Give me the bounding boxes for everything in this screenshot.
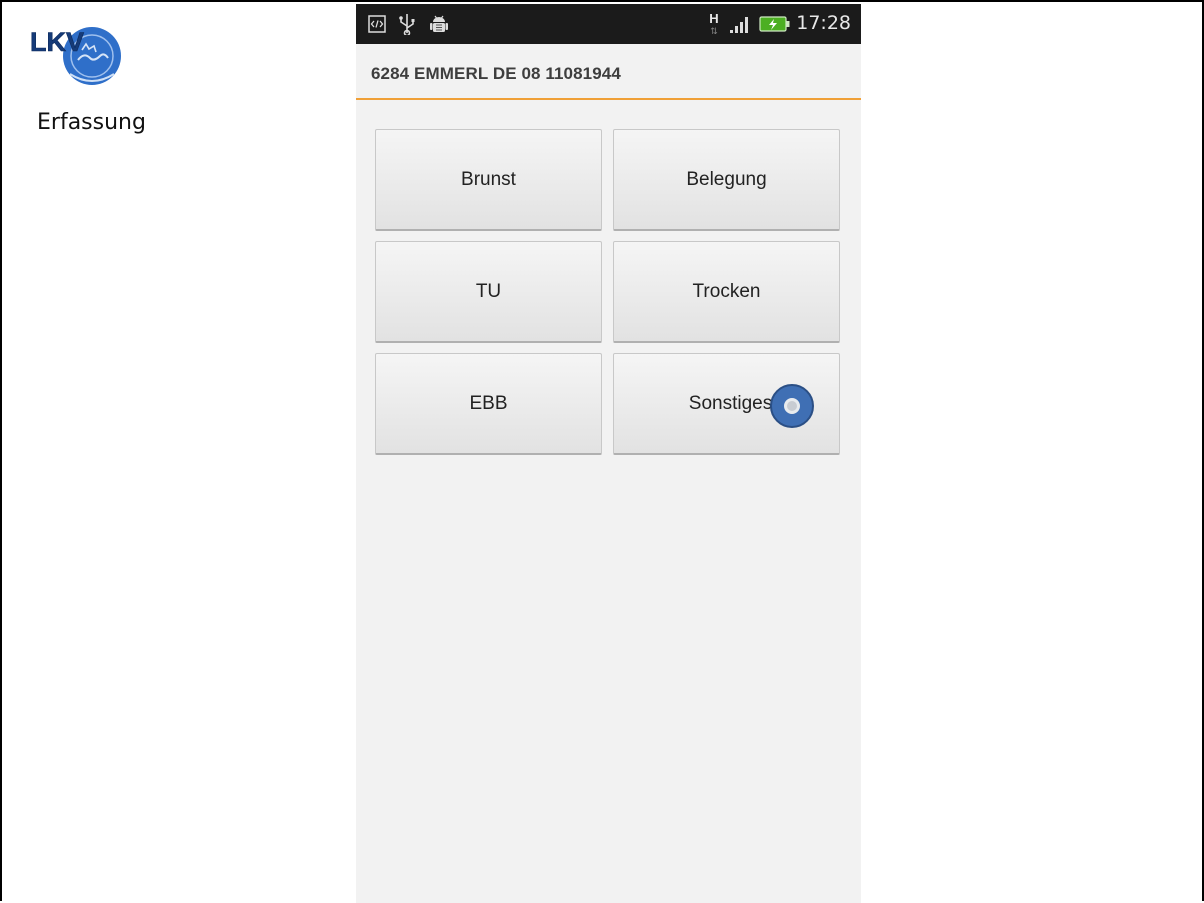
brunst-button-label: Brunst	[461, 168, 516, 190]
trocken-button[interactable]: Trocken	[613, 241, 840, 343]
network-type-icon: H ⇅	[709, 11, 719, 37]
belegung-button-label: Belegung	[686, 168, 767, 190]
tu-button-label: TU	[475, 280, 502, 302]
ebb-button-label: EBB	[469, 392, 508, 414]
title-divider	[356, 98, 861, 100]
usb-icon	[396, 12, 418, 36]
slide-caption: Erfassung	[37, 110, 146, 135]
tu-button[interactable]: TU	[375, 241, 602, 343]
signal-icon	[728, 12, 754, 36]
touch-indicator-icon	[770, 384, 814, 428]
sonstiges-button-label: Sonstiges	[688, 392, 773, 414]
status-bar: H ⇅ 17:28	[356, 4, 861, 44]
logo-text: LKV	[30, 27, 84, 57]
presentation-slide: LKV Erfassung H ⇅ 17:28 6284 EMMERL DE 0…	[0, 0, 1204, 903]
phone-screen: H ⇅ 17:28 6284 EMMERL DE 08 11081944 Bru…	[356, 4, 861, 903]
lkv-logo: LKV	[30, 24, 130, 86]
belegung-button[interactable]: Belegung	[613, 129, 840, 231]
status-time: 17:28	[796, 12, 851, 34]
battery-charging-icon	[758, 12, 792, 36]
brunst-button[interactable]: Brunst	[375, 129, 602, 231]
animal-id-title: 6284 EMMERL DE 08 11081944	[371, 64, 621, 83]
ebb-button[interactable]: EBB	[375, 353, 602, 455]
network-type-label: H	[709, 11, 719, 26]
android-debug-icon	[426, 12, 452, 36]
trocken-button-label: Trocken	[692, 280, 761, 302]
code-icon	[366, 12, 388, 36]
